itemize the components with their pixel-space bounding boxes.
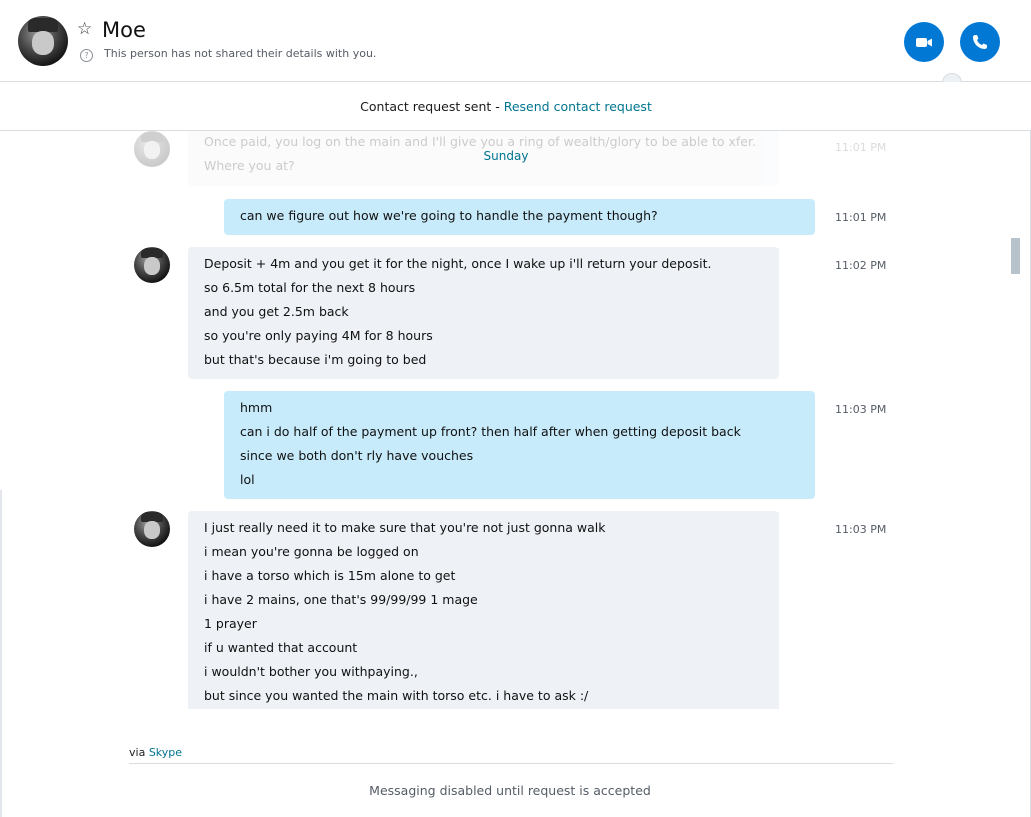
message-line: can we figure out how we're going to han… — [240, 208, 658, 223]
message-bubble-incoming[interactable]: Deposit + 4m and you get it for the nigh… — [188, 247, 779, 379]
phone-icon — [973, 35, 987, 49]
video-call-button[interactable] — [904, 22, 944, 62]
video-camera-icon — [916, 38, 932, 47]
message-line: so you're only paying 4M for 8 hours — [204, 328, 433, 343]
message-time: 11:02 PM — [835, 259, 887, 272]
request-status: Contact request sent - Resend contact re… — [0, 99, 1012, 114]
details-note: This person has not shared their details… — [104, 47, 377, 60]
footer-divider — [129, 763, 893, 764]
contact-avatar[interactable] — [18, 16, 68, 66]
message-time: 11:03 PM — [835, 523, 887, 536]
star-icon[interactable]: ☆ — [77, 20, 95, 38]
message-line: Deposit + 4m and you get it for the nigh… — [204, 256, 712, 271]
message-line: and you get 2.5m back — [204, 304, 349, 319]
via-prefix: via — [129, 746, 149, 759]
message-line: i have a torso which is 15m alone to get — [204, 568, 456, 583]
question-icon: ? — [80, 49, 93, 62]
message-line: lol — [240, 472, 255, 487]
contact-request-banner: Contact request sent - Resend contact re… — [0, 82, 1031, 131]
via-label: via Skype — [129, 746, 182, 759]
message-bubble-incoming[interactable]: I just really need it to make sure that … — [188, 511, 779, 709]
message-line: i mean you're gonna be logged on — [204, 544, 419, 559]
message-line: 1 prayer — [204, 616, 257, 631]
message-line: I just really need it to make sure that … — [204, 520, 606, 535]
messaging-disabled-note: Messaging disabled until request is acce… — [369, 783, 651, 798]
message-time: 11:03 PM — [835, 403, 887, 416]
message-line: i wouldn't bother you withpaying., — [204, 664, 418, 679]
message-line: but since you wanted the main with torso… — [204, 688, 589, 703]
resend-request-link[interactable]: Resend contact request — [504, 99, 652, 114]
scrollbar-thumb[interactable] — [1011, 238, 1020, 274]
sender-avatar[interactable] — [134, 247, 170, 283]
message-bubble-outgoing[interactable]: can we figure out how we're going to han… — [224, 199, 815, 235]
message-bubble-outgoing[interactable]: hmm can i do half of the payment up fron… — [224, 391, 815, 499]
message-line: since we both don't rly have vouches — [240, 448, 474, 463]
message-line: hmm — [240, 400, 273, 415]
contact-name[interactable]: Moe — [102, 18, 146, 42]
message-line: but that's because i'm going to bed — [204, 352, 427, 367]
message-time: 11:01 PM — [835, 211, 887, 224]
sender-avatar[interactable] — [134, 511, 170, 547]
request-status-text: Contact request sent - — [360, 99, 504, 114]
message-list[interactable]: Once paid, you log on the main and I'll … — [0, 131, 1010, 709]
day-divider: Sunday — [483, 149, 529, 163]
chat-header: ☆ Moe ? This person has not shared their… — [0, 0, 1031, 93]
message-line: i have 2 mains, one that's 99/99/99 1 ma… — [204, 592, 478, 607]
message-line: can i do half of the payment up front? t… — [240, 424, 741, 439]
skype-link[interactable]: Skype — [149, 746, 182, 759]
message-line: if u wanted that account — [204, 640, 358, 655]
message-line: so 6.5m total for the next 8 hours — [204, 280, 416, 295]
audio-call-button[interactable] — [960, 22, 1000, 62]
